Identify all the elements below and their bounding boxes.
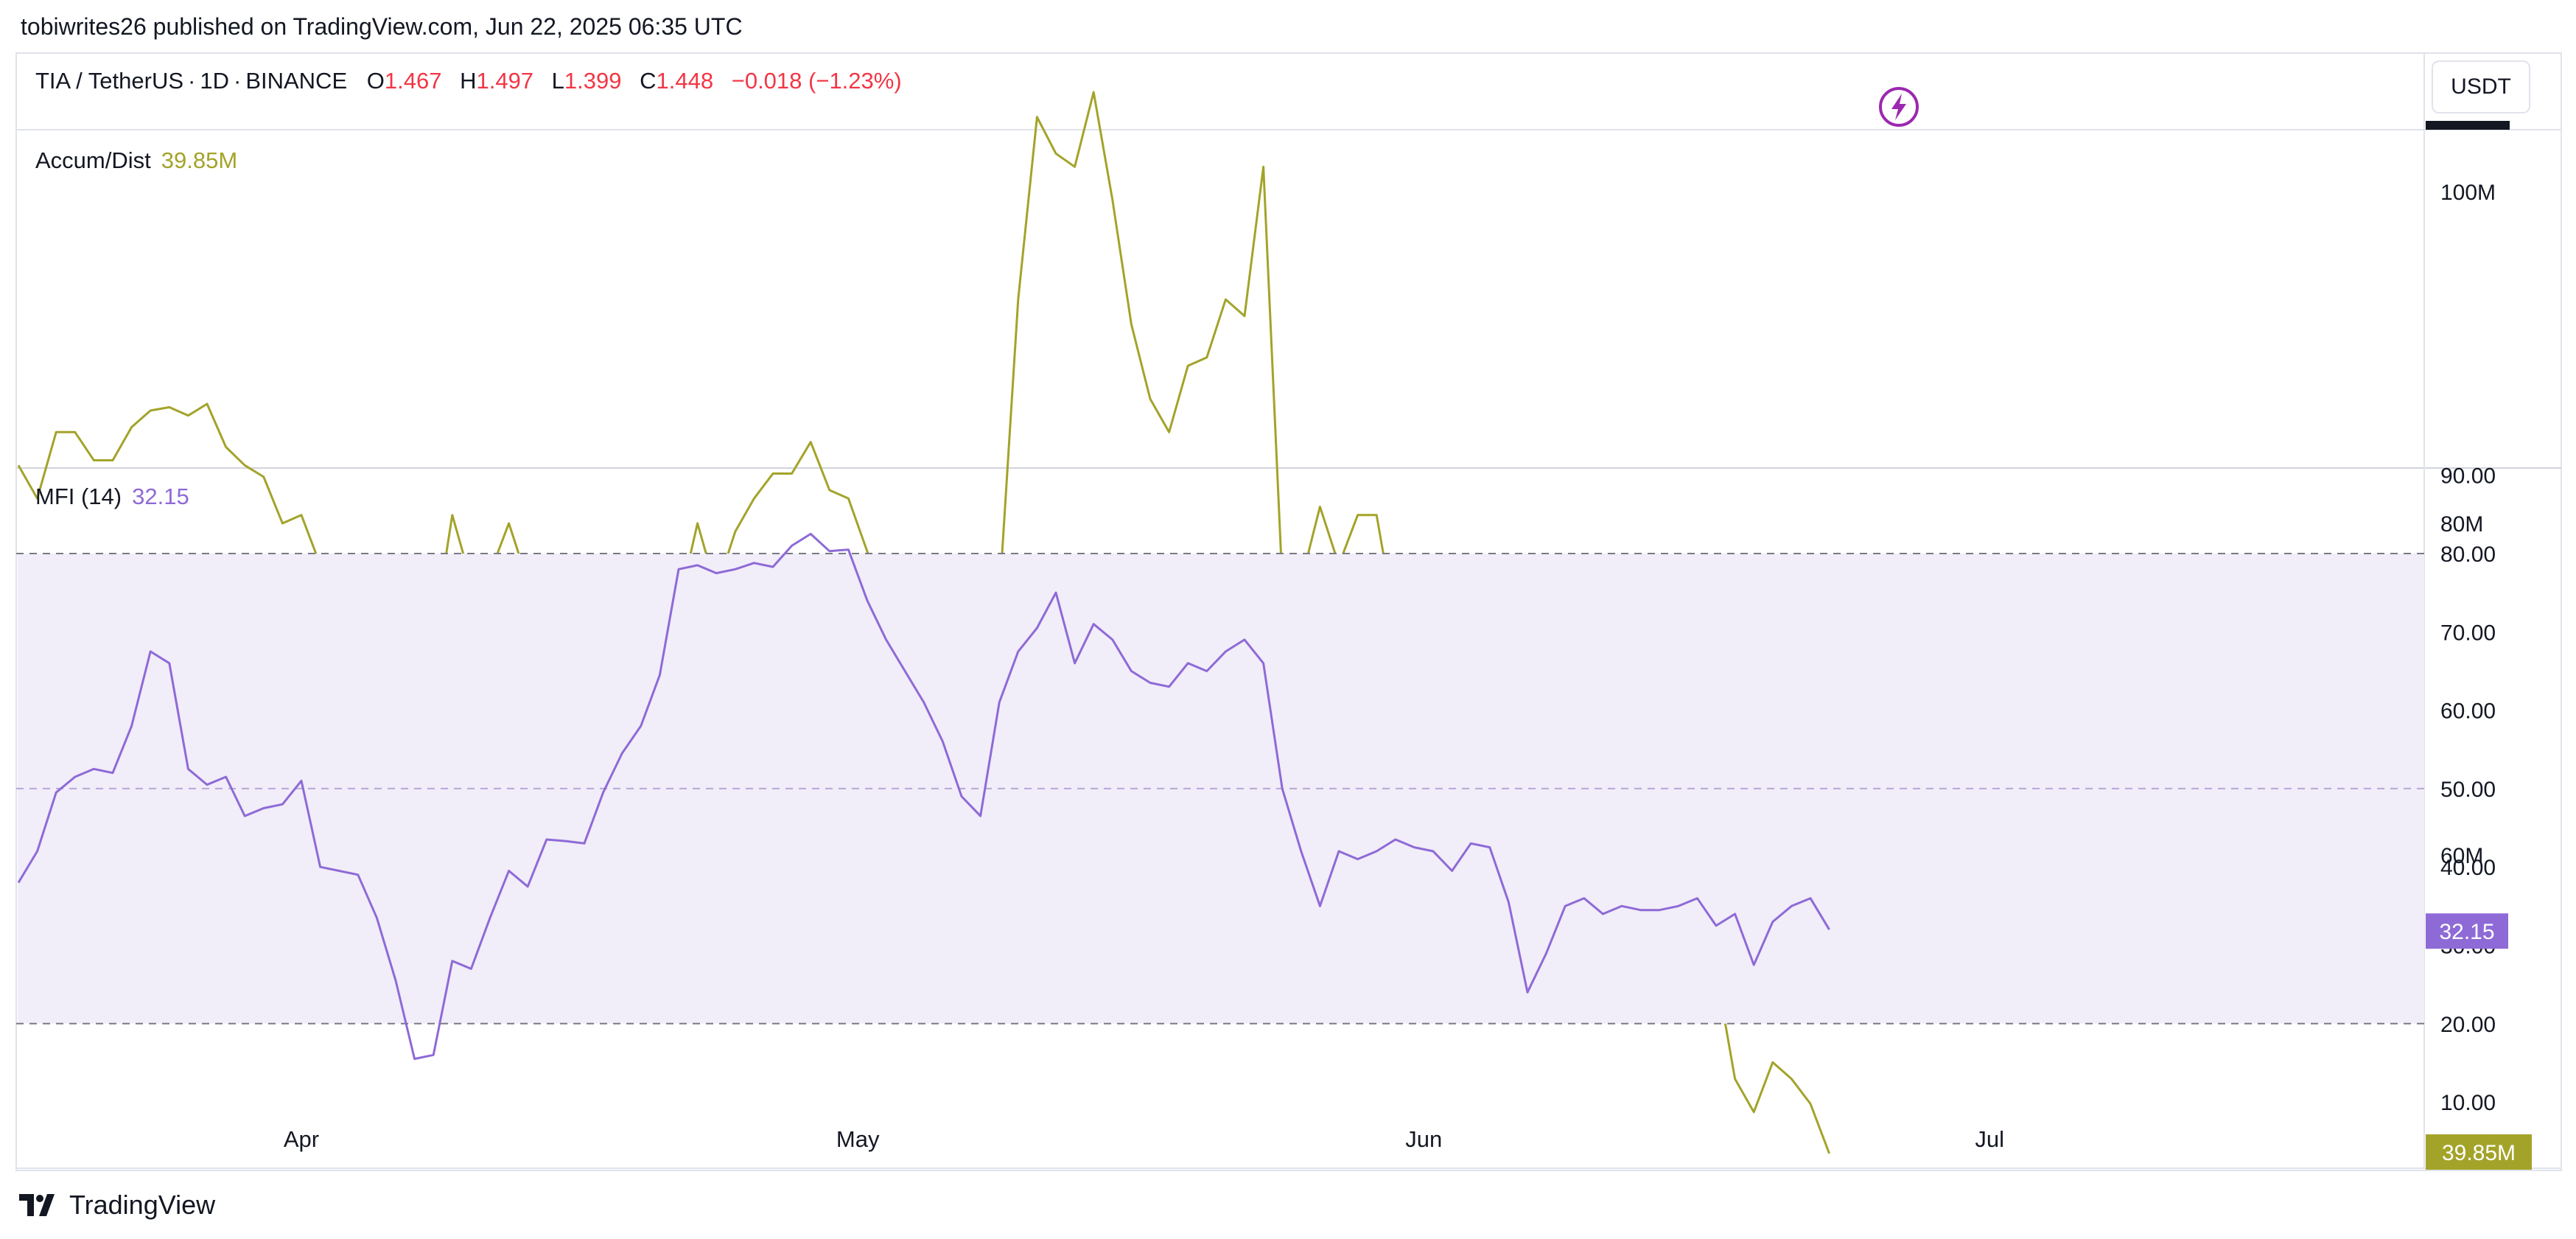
time-axis-label: Jun: [1405, 1126, 1442, 1152]
time-axis: Apr May Jun Jul: [284, 1126, 2004, 1152]
change-value: −0.018 (−1.23%): [731, 68, 902, 94]
mfi-last-value-text: 32.15: [2439, 920, 2494, 944]
time-axis-label: Apr: [284, 1126, 319, 1152]
ad-last-value-text: 39.85M: [2442, 1141, 2516, 1165]
mfi-axis-tick: 60.00: [2440, 699, 2496, 724]
mfi-axis-tick: 70.00: [2440, 621, 2496, 645]
mfi-axis-tick: 20.00: [2440, 1013, 2496, 1037]
accum-dist-current: 39.85M: [161, 147, 238, 173]
low-value: 1.399: [564, 68, 622, 94]
tradingview-logo-icon: [19, 1194, 55, 1216]
mfi-current: 32.15: [132, 484, 189, 509]
currency-button[interactable]: USDT: [2432, 60, 2530, 114]
low-label: L: [551, 68, 564, 94]
mfi-axis-tick: 80.00: [2440, 542, 2496, 567]
symbol-name[interactable]: TIA / TetherUS: [35, 68, 183, 94]
ad-axis-tick: 100M: [2440, 181, 2496, 205]
brand-name: TradingView: [69, 1190, 216, 1220]
tradingview-brand[interactable]: TradingView: [19, 1185, 215, 1225]
close-value: 1.448: [656, 68, 714, 94]
time-axis-label: May: [836, 1126, 880, 1152]
close-label: C: [640, 68, 657, 94]
open-label: O: [366, 68, 385, 94]
mfi-axis-tick: 90.00: [2440, 464, 2496, 489]
open-value: 1.467: [384, 68, 442, 94]
high-label: H: [460, 68, 477, 94]
interval[interactable]: 1D: [200, 68, 229, 94]
mfi-axis-tick: 50.00: [2440, 778, 2496, 802]
high-value: 1.497: [476, 68, 534, 94]
mfi-axis-tick: 10.00: [2440, 1091, 2496, 1115]
exchange: BINANCE: [245, 68, 348, 94]
ad-axis-tick: 80M: [2440, 512, 2483, 537]
time-axis-label: Jul: [1975, 1126, 2004, 1152]
price-axis-marker: [2426, 121, 2510, 130]
mfi-title: MFI (14): [35, 484, 122, 509]
mfi-axis-tick: 40.00: [2440, 856, 2496, 880]
accum-dist-title: Accum/Dist: [35, 147, 151, 173]
chart-canvas: 100M80M60M39.85M 90.0080.0070.0060.0050.…: [15, 52, 2562, 1171]
mfi-pane: 90.0080.0070.0060.0050.0040.0030.0020.00…: [16, 464, 2508, 1115]
accum-dist-legend[interactable]: Accum/Dist 39.85M: [35, 147, 237, 174]
lightning-icon[interactable]: [1877, 85, 1920, 128]
mfi-legend[interactable]: MFI (14) 32.15: [35, 484, 189, 510]
publisher-attribution: tobiwrites26 published on TradingView.co…: [21, 13, 743, 40]
symbol-header: TIA / TetherUS · 1D · BINANCE O1.467 H1.497 …: [35, 68, 902, 94]
